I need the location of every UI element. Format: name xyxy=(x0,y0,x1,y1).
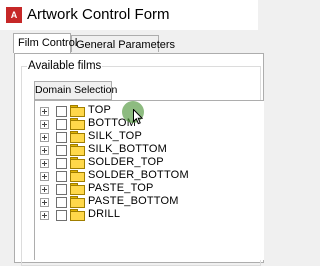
folder-icon xyxy=(70,183,85,195)
expand-plus-icon[interactable] xyxy=(40,107,49,116)
folder-icon xyxy=(70,144,85,156)
film-checkbox[interactable] xyxy=(56,132,67,143)
expand-plus-icon[interactable] xyxy=(40,172,49,181)
film-checkbox[interactable] xyxy=(56,145,67,156)
film-label[interactable]: PASTE_TOP xyxy=(88,182,154,195)
available-films-label: Available films xyxy=(27,58,103,74)
film-checkbox[interactable] xyxy=(56,119,67,130)
title-bar: A Artwork Control Form xyxy=(0,0,258,30)
film-label[interactable]: SILK_BOTTOM xyxy=(88,143,167,156)
expand-plus-icon[interactable] xyxy=(40,185,49,194)
film-label[interactable]: SOLDER_TOP xyxy=(88,156,164,169)
film-checkbox[interactable] xyxy=(56,184,67,195)
expand-plus-icon[interactable] xyxy=(40,146,49,155)
tree-item-drill[interactable]: DRILL xyxy=(35,208,255,222)
window-title: Artwork Control Form xyxy=(27,6,170,23)
film-label[interactable]: DRILL xyxy=(88,208,120,221)
tab-general-parameters[interactable]: General Parameters xyxy=(71,35,175,52)
film-label[interactable]: SILK_TOP xyxy=(88,130,142,143)
tree-item-paste-bottom[interactable]: PASTE_BOTTOM xyxy=(35,195,255,209)
film-checkbox[interactable] xyxy=(56,197,67,208)
film-label[interactable]: SOLDER_BOTTOM xyxy=(88,169,189,182)
tree-item-bottom[interactable]: BOTTOM xyxy=(35,117,255,131)
expand-plus-icon[interactable] xyxy=(40,133,49,142)
film-checkbox[interactable] xyxy=(56,171,67,182)
tree-item-top[interactable]: TOP xyxy=(35,104,255,118)
folder-icon xyxy=(70,170,85,182)
expand-plus-icon[interactable] xyxy=(40,211,49,220)
film-checkbox[interactable] xyxy=(56,210,67,221)
folder-icon xyxy=(70,131,85,143)
folder-icon xyxy=(70,118,85,130)
film-checkbox[interactable] xyxy=(56,158,67,169)
folder-icon xyxy=(70,105,85,117)
expand-plus-icon[interactable] xyxy=(40,159,49,168)
expand-plus-icon[interactable] xyxy=(40,198,49,207)
film-label[interactable]: PASTE_BOTTOM xyxy=(88,195,179,208)
expand-plus-icon[interactable] xyxy=(40,120,49,129)
tab-film-control[interactable]: Film Control xyxy=(13,33,77,53)
film-label[interactable]: TOP xyxy=(88,104,111,117)
folder-icon xyxy=(70,157,85,169)
film-checkbox[interactable] xyxy=(56,106,67,117)
folder-icon xyxy=(70,209,85,221)
folder-icon xyxy=(70,196,85,208)
tab-strip: Film Control General Parameters xyxy=(0,33,258,54)
films-tree[interactable]: TOP BOTTOM SILK_TOP SILK_BOTTOM SOLDER_T… xyxy=(34,100,264,260)
mouse-pointer-icon xyxy=(133,109,143,125)
app-icon[interactable]: A xyxy=(6,7,22,23)
domain-selection-button[interactable]: Domain Selection xyxy=(34,81,117,100)
